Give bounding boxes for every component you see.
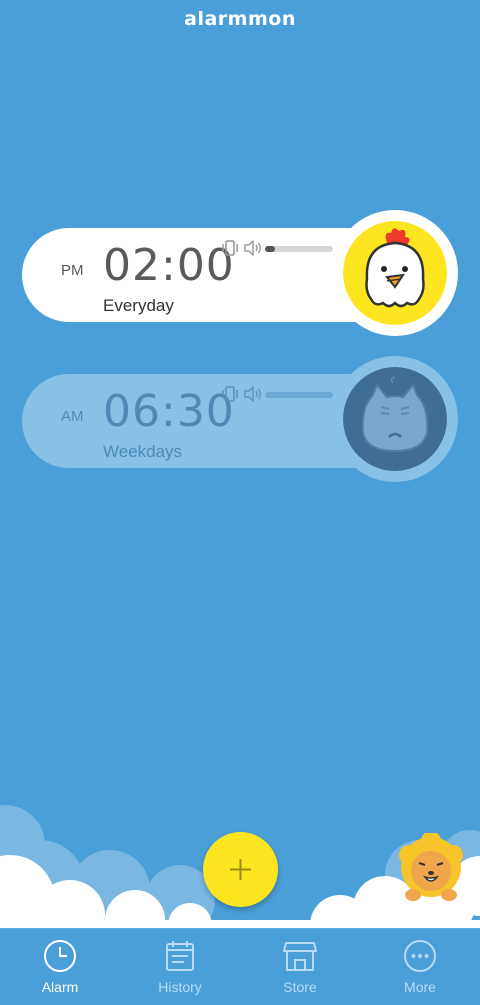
vibrate-icon [222, 240, 238, 256]
add-alarm-button[interactable] [203, 832, 278, 907]
chicken-mascot[interactable] [343, 221, 447, 325]
alarm-repeat-days: Everyday [103, 296, 174, 315]
app-logo: alarmmon [184, 8, 296, 30]
more-icon [404, 940, 436, 972]
store-icon [283, 942, 317, 971]
nav-item-store[interactable]: Store [240, 929, 360, 1005]
alarm-time[interactable]: 06:30 [103, 386, 235, 437]
clock-icon [44, 940, 76, 972]
bottom-nav: Alarm History Store More [0, 928, 480, 1005]
lion-mascot[interactable] [395, 833, 467, 905]
nav-item-more[interactable]: More [360, 929, 480, 1005]
volume-icon [244, 240, 261, 256]
nav-label: History [158, 979, 202, 995]
volume-slider[interactable] [265, 392, 333, 398]
alarm-card[interactable]: AM 06:30 Weekdays [0, 356, 480, 486]
nav-label: Alarm [41, 979, 79, 995]
vibrate-icon [222, 386, 238, 402]
app-header: alarmmon [0, 0, 480, 40]
alarm-card[interactable]: PM 02:00 Everyday [0, 210, 480, 340]
nav-label: More [404, 979, 436, 995]
cat-mascot[interactable] [343, 367, 447, 471]
nav-item-alarm[interactable]: Alarm [0, 929, 120, 1005]
volume-level [265, 246, 276, 252]
nav-item-history[interactable]: History [120, 929, 240, 1005]
plus-icon [230, 859, 251, 880]
alarm-ampm: AM [61, 408, 84, 425]
volume-slider[interactable] [265, 246, 333, 252]
alarm-repeat-days: Weekdays [103, 442, 183, 461]
volume-icon [244, 386, 261, 402]
alarm-time[interactable]: 02:00 [103, 240, 235, 291]
nav-label: Store [283, 979, 317, 995]
alarm-ampm: PM [61, 262, 84, 279]
calendar-icon [166, 941, 194, 971]
